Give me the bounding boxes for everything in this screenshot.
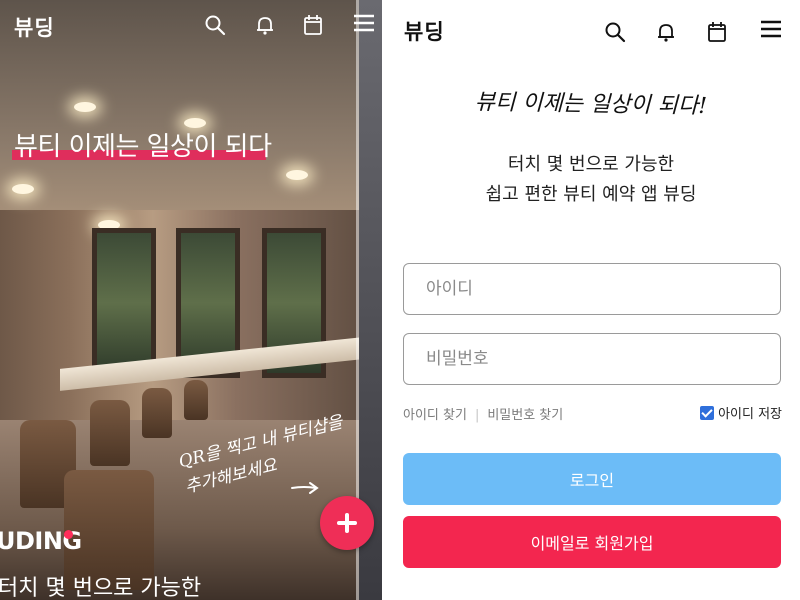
logo[interactable]: 뷰딩	[14, 12, 55, 42]
ceiling-light	[286, 170, 308, 180]
ceiling-light	[12, 184, 34, 194]
bell-icon[interactable]	[655, 21, 677, 43]
subtitle-line: 터치 몇 번으로 가능한	[507, 154, 675, 175]
brand-dot	[64, 530, 73, 539]
splash-subtitle: 터치 몇 번으로 가능한	[0, 576, 202, 600]
salon-chair	[90, 400, 130, 466]
add-shop-button[interactable]	[320, 496, 374, 550]
subtitle-line: 쉽고 편한 뷰티 예약 앱 뷰딩	[485, 184, 697, 205]
hero-title: 뷰티 이제는 일상이 되다	[14, 132, 272, 162]
salon-chair	[184, 380, 208, 420]
bell-icon[interactable]	[254, 14, 276, 36]
calendar-icon[interactable]	[302, 13, 324, 37]
save-id-label[interactable]: 아이디 저장	[718, 403, 782, 422]
calendar-icon[interactable]	[706, 20, 728, 44]
salon-window	[92, 228, 156, 378]
salon-chair	[142, 388, 172, 438]
slogan: 뷰티 이제는 일상이 되다!	[474, 89, 708, 120]
password-input[interactable]	[403, 333, 781, 385]
menu-icon[interactable]	[352, 12, 376, 34]
login-button[interactable]: 로그인	[403, 453, 781, 505]
find-links: 아이디 찾기 | 비밀번호 찾기	[403, 404, 563, 423]
search-icon[interactable]	[604, 21, 626, 43]
login-panel: 뷰딩 뷰티 이제는 일상이 되다! 터치 몇 번으로 가능한 쉽고 편한 뷰티 …	[382, 0, 800, 600]
find-password-link[interactable]: 비밀번호 찾기	[487, 408, 563, 423]
splash-header: 뷰딩	[0, 0, 382, 50]
save-id-option[interactable]: 아이디 저장	[700, 403, 782, 422]
arrow-icon	[291, 482, 319, 494]
save-id-checkbox[interactable]	[700, 405, 715, 420]
email-signup-button[interactable]: 이메일로 회원가입	[403, 516, 781, 568]
link-separator: |	[474, 408, 480, 423]
menu-icon[interactable]	[759, 18, 783, 40]
search-icon[interactable]	[204, 14, 226, 36]
id-input[interactable]	[403, 263, 781, 315]
logo[interactable]: 뷰딩	[404, 16, 445, 46]
subtitle: 터치 몇 번으로 가능한 쉽고 편한 뷰티 예약 앱 뷰딩	[382, 150, 800, 210]
find-id-link[interactable]: 아이디 찾기	[403, 408, 467, 423]
ceiling-light	[74, 102, 96, 112]
splash-panel: 뷰딩 뷰티 이제는 일상이 되다 QR을 찍고 내 뷰티샵을 추가해보세요 UD…	[0, 0, 382, 600]
